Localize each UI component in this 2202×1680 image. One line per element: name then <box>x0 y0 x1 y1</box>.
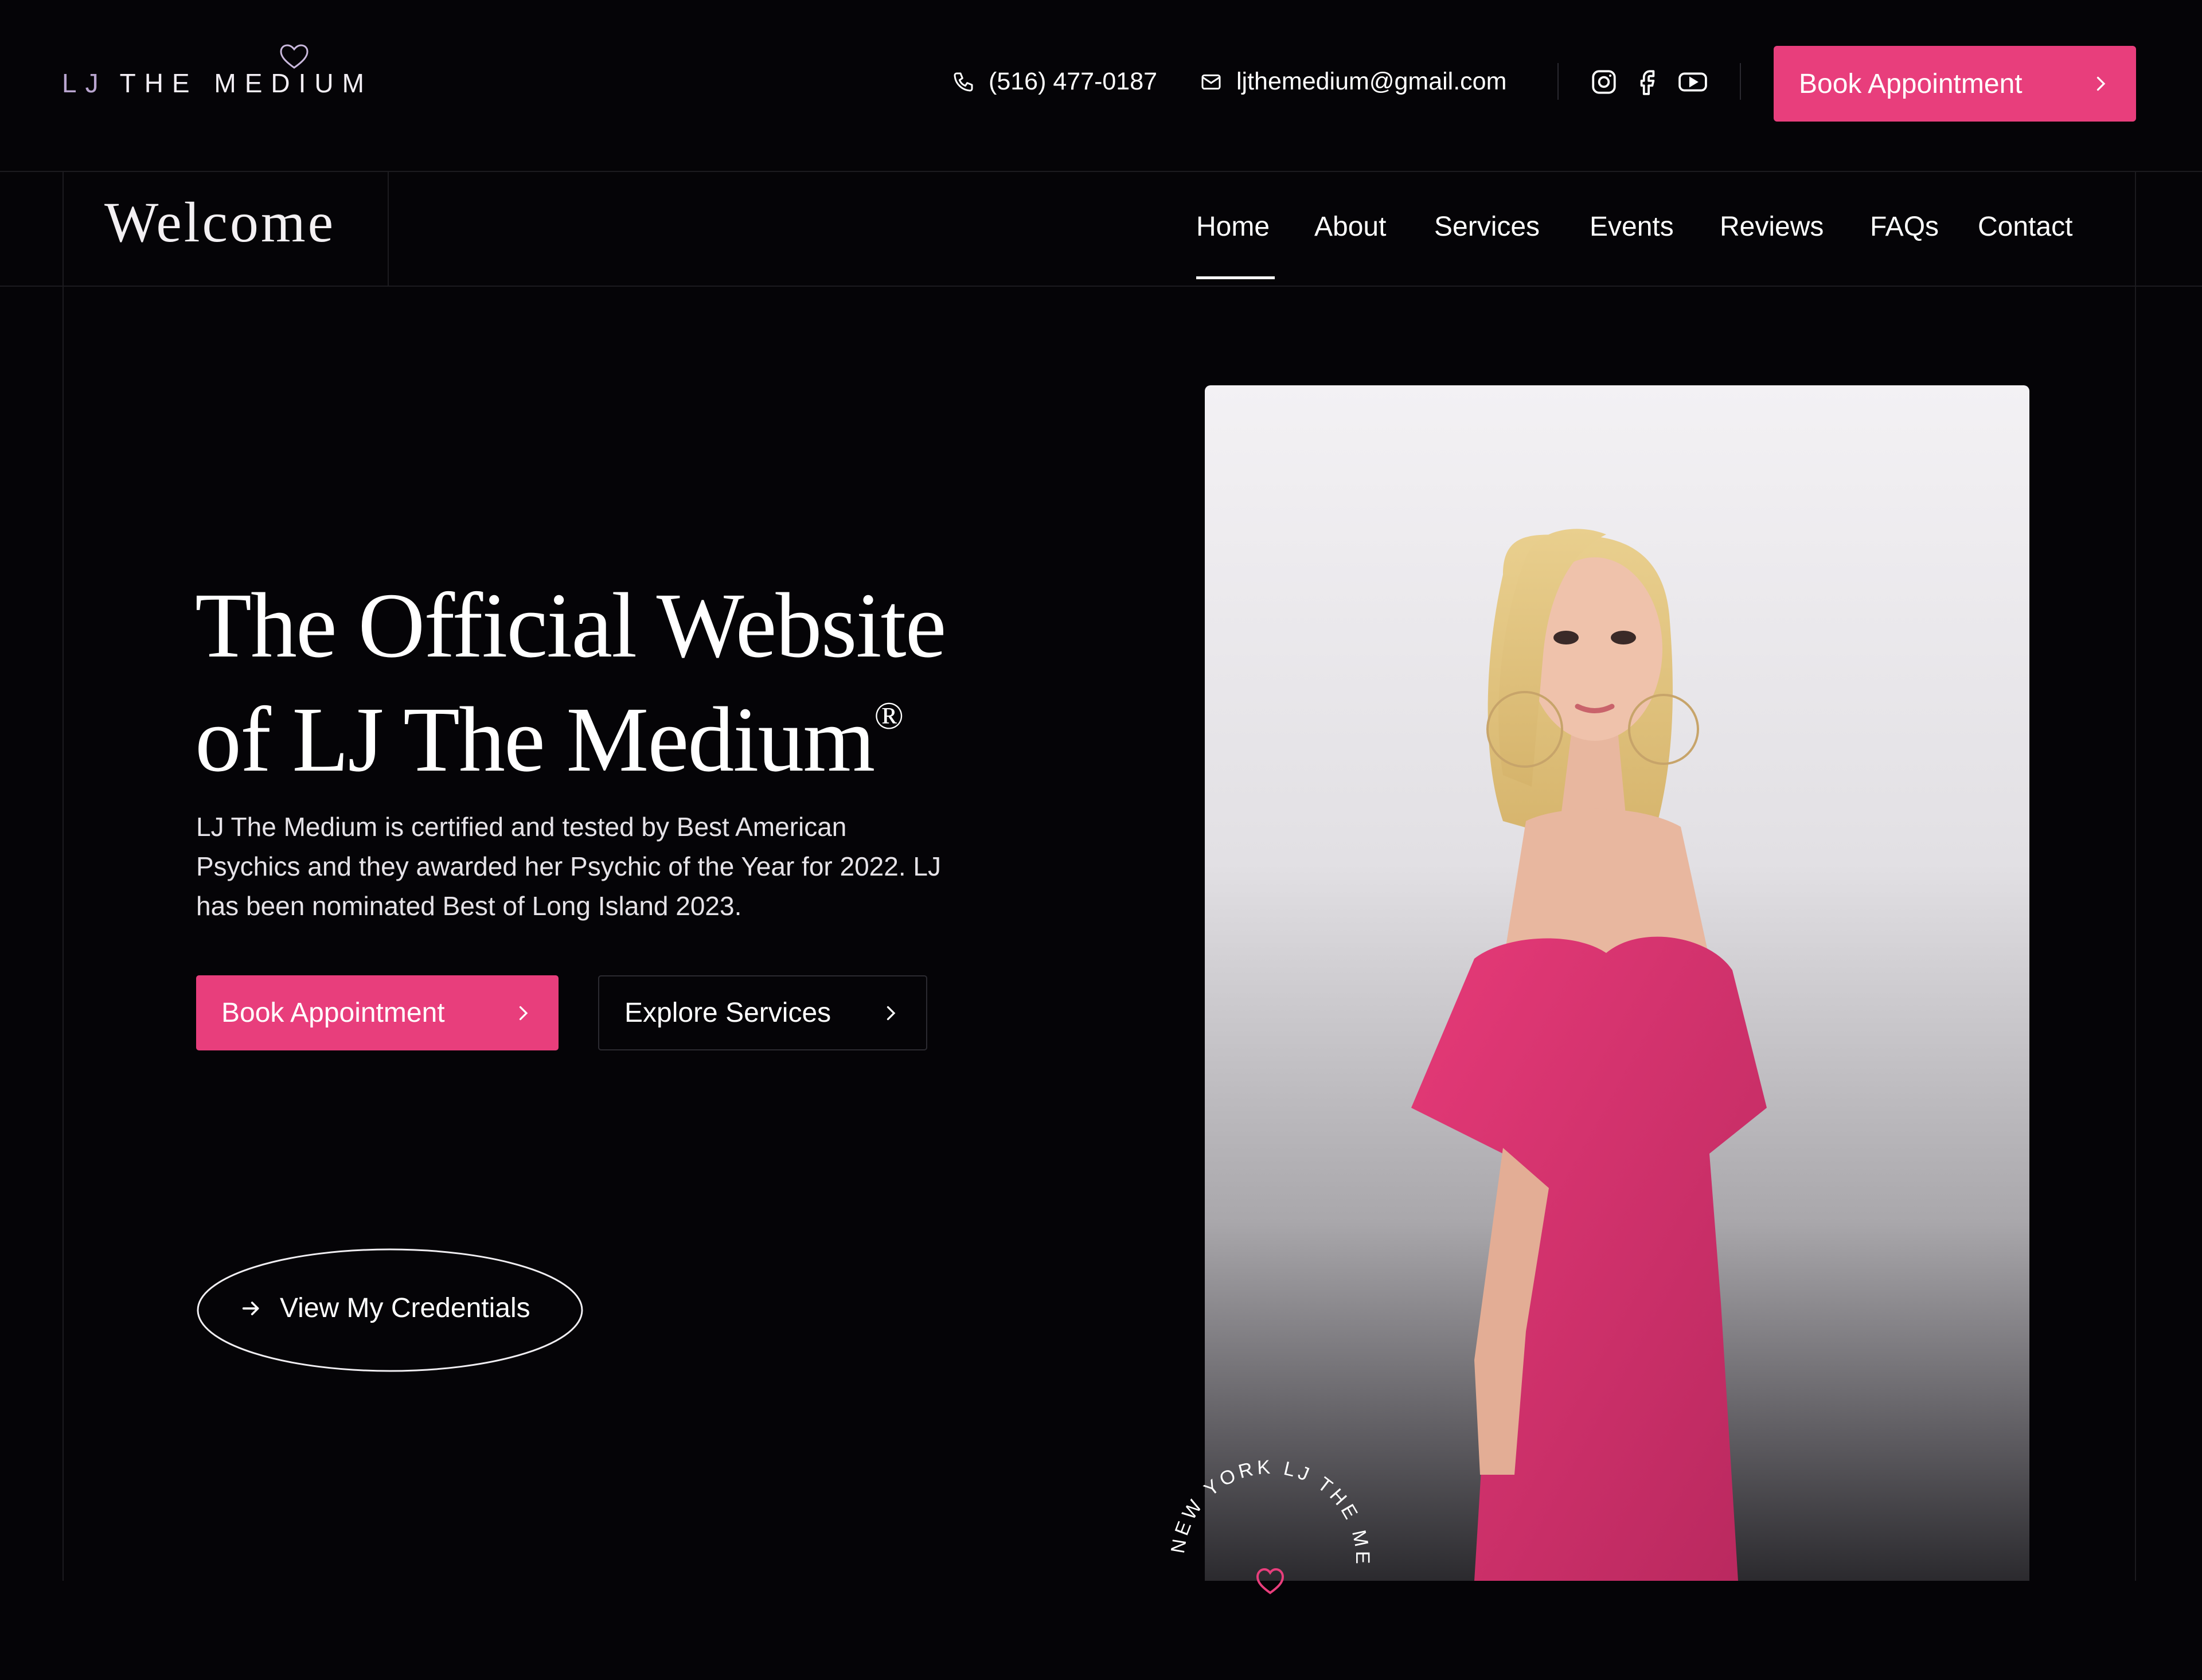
explore-services-button[interactable]: Explore Services <box>598 975 927 1050</box>
chevron-right-icon <box>887 1006 896 1020</box>
nav-reviews[interactable]: Reviews <box>1720 211 1824 243</box>
logo-text: THE MEDIUM <box>119 68 373 98</box>
hero-title: The Official Website of LJ The Medium® <box>195 576 998 790</box>
registered-mark: ® <box>874 694 904 737</box>
frame-line-right <box>2135 172 2136 1581</box>
email-link[interactable]: ljthemedium@gmail.com <box>1200 68 1506 96</box>
youtube-icon[interactable] <box>1677 68 1709 96</box>
button-label: Book Appointment <box>1799 68 2023 99</box>
header-divider <box>1740 63 1741 100</box>
chevron-right-icon <box>2096 76 2106 91</box>
nav-faqs[interactable]: FAQs <box>1870 211 1939 243</box>
phone-number: (516) 477-0187 <box>989 68 1158 95</box>
heart-icon <box>280 44 309 69</box>
arrow-right-icon <box>242 1301 259 1315</box>
welcome-title: Welcome <box>104 190 336 254</box>
nav-home[interactable]: Home <box>1196 211 1270 243</box>
nav-services[interactable]: Services <box>1434 211 1540 243</box>
active-nav-indicator <box>1196 276 1275 279</box>
site-logo[interactable]: LJ THE MEDIUM <box>62 68 373 99</box>
nav-contact[interactable]: Contact <box>1978 211 2072 243</box>
social-links <box>1590 68 1709 96</box>
button-label: Book Appointment <box>221 998 445 1028</box>
hero-title-line1: The Official Website <box>195 575 947 677</box>
badge-text-left: NEW YORK <box>1167 1456 1274 1554</box>
button-label: Explore Services <box>624 998 831 1028</box>
logo-prefix: LJ <box>62 68 107 98</box>
portrait-illustration <box>1411 529 1767 1581</box>
new-york-badge: NEW YORK LJ THE MEDIUM <box>1150 1439 1373 1595</box>
nav-events[interactable]: Events <box>1590 211 1674 243</box>
frame-line-left <box>63 172 64 1581</box>
hero-title-line2: of LJ The Medium <box>195 689 875 791</box>
chevron-right-icon <box>519 1006 528 1020</box>
mail-icon <box>1201 74 1221 89</box>
view-credentials-link[interactable]: View My Credentials <box>196 1248 584 1373</box>
book-appointment-button[interactable]: Book Appointment <box>196 975 559 1050</box>
email-address: ljthemedium@gmail.com <box>1236 68 1507 95</box>
phone-icon <box>954 72 973 91</box>
portrait-photo <box>1205 385 2029 1581</box>
header-divider <box>1557 63 1559 100</box>
credentials-label: View My Credentials <box>280 1293 530 1323</box>
heart-icon <box>1256 1568 1284 1595</box>
hero-description: LJ The Medium is certified and tested by… <box>196 812 941 921</box>
phone-link[interactable]: (516) 477-0187 <box>952 68 1157 96</box>
header-book-appointment-button[interactable]: Book Appointment <box>1774 46 2136 122</box>
welcome-divider <box>388 172 389 286</box>
instagram-icon[interactable] <box>1590 68 1618 96</box>
nav-about[interactable]: About <box>1314 211 1386 243</box>
facebook-icon[interactable] <box>1633 68 1662 96</box>
svg-text:NEW YORK LJ THE MEDIUM: NEW YORK LJ THE MEDIUM <box>1150 1439 1373 1568</box>
